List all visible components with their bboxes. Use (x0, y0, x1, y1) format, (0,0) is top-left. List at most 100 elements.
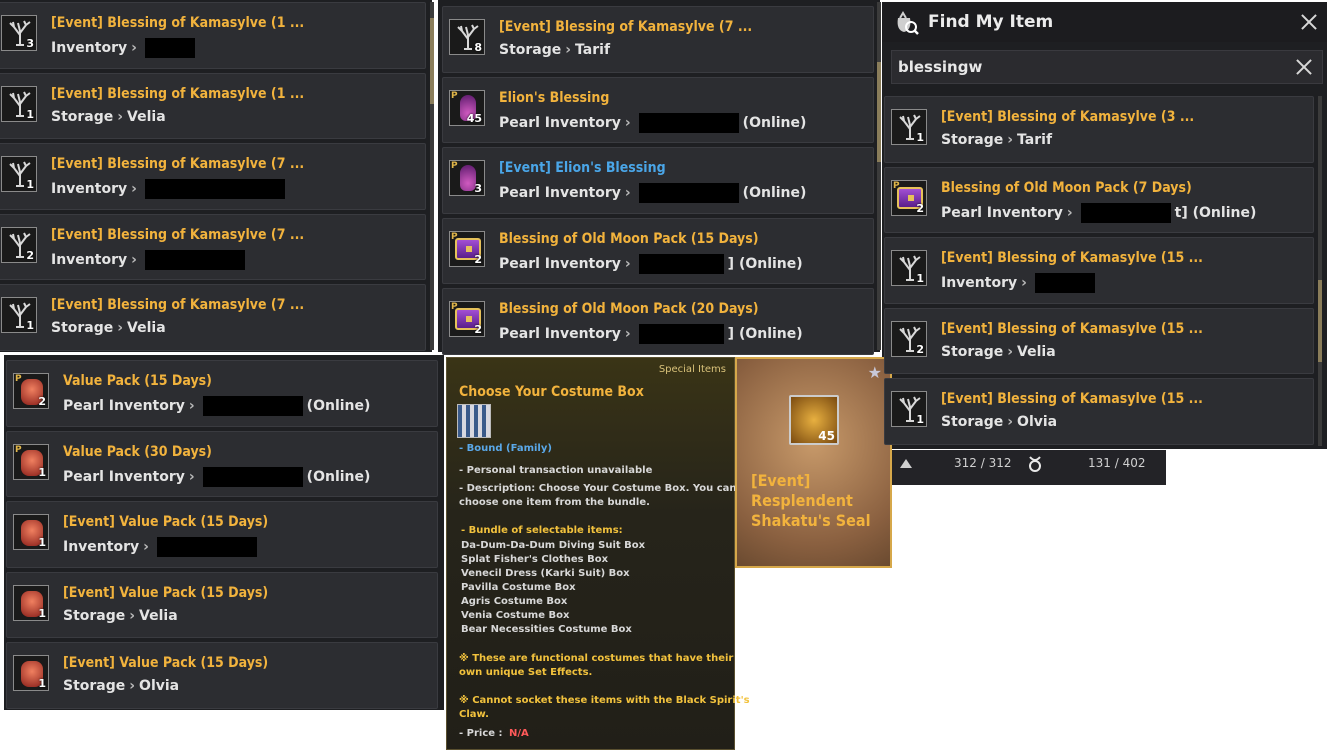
pearl-tag-icon: P (893, 180, 900, 191)
item-name: [Event] Blessing of Kamasylve (15 ... (941, 391, 1203, 407)
location-label: Storage (63, 607, 126, 624)
clear-search-icon[interactable] (1294, 57, 1314, 77)
item-row[interactable]: 2 [Event] Blessing of Kamasylve (15 ... St… (884, 307, 1314, 374)
location-label: Inventory (51, 40, 128, 56)
item-row[interactable]: 1 [Event] Blessing of Kamasylve (7 ... Inv… (0, 143, 426, 210)
item-name: [Event] Value Pack (15 Days) (63, 514, 269, 530)
item-location: Pearl Inventory › t] (Online) (941, 202, 1257, 223)
tooltip-bound: - Bound (Family) (459, 443, 552, 454)
kamasylve-tree-icon: 1 (1, 297, 37, 333)
kamasylve-tree-icon: 1 (1, 85, 37, 122)
item-row[interactable]: 8 [Event] Blessing of Kamasylve (7 ... Sto… (442, 6, 874, 73)
item-row[interactable]: 1 [Event] Blessing of Kamasylve (3 ... Sto… (884, 96, 1314, 163)
chevron-right-icon: › (565, 42, 572, 58)
item-row[interactable]: 1 [Event] Blessing of Kamasylve (7 ... Sto… (0, 284, 426, 351)
item-row[interactable]: 1 [Event] Value Pack (15 Days) Inventory › (6, 501, 438, 568)
kamasylve-tree-icon: 8 (449, 19, 485, 55)
location-label: Storage (51, 320, 114, 336)
item-quantity: 8 (474, 41, 482, 54)
item-search-icon (897, 11, 919, 35)
pearl-tag-icon: P (451, 302, 458, 312)
item-row[interactable]: 1 [Event] Blessing of Kamasylve (15 ... St… (884, 378, 1314, 445)
item-location: Pearl Inventory ›] (Online) (499, 324, 803, 344)
online-status: t] (Online) (1174, 204, 1257, 221)
item-row[interactable]: 1 [Event] Blessing of Kamasylve (15 ... In… (884, 237, 1314, 304)
tooltip-transaction: - Personal transaction unavailable (459, 465, 653, 476)
location-place: Olvia (1017, 414, 1058, 430)
item-row[interactable]: 2 [Event] Blessing of Kamasylve (7 ... Inv… (0, 213, 426, 280)
kamasylve-tree-icon: 2 (891, 320, 927, 357)
bundle-item: Da-Dum-Da-Dum Diving Suit Box (461, 540, 646, 551)
chevron-right-icon: › (1066, 204, 1073, 221)
find-scrollbar[interactable] (1318, 96, 1322, 446)
item-name: Blessing of Old Moon Pack (15 Days) (499, 230, 759, 247)
online-status: (Online) (306, 398, 371, 414)
item-row[interactable]: P 1 Value Pack (30 Days) Pearl Inventory › (O… (6, 430, 438, 497)
bundle-item: Venecil Dress (Karki Suit) Box (461, 568, 630, 579)
location-label: Pearl Inventory (63, 468, 185, 485)
seal-item-card[interactable]: ★ 45 [Event] Resplendent Shakatu's Seal (735, 357, 892, 568)
location-label: Storage (941, 343, 1004, 360)
chevron-right-icon: › (624, 255, 631, 272)
kamasylve-tree-icon: 1 (891, 109, 927, 145)
item-quantity: 1 (26, 319, 34, 332)
kamasylve-tree-icon: 1 (891, 391, 927, 427)
location-label: Inventory (941, 275, 1018, 291)
tooltip-note-1a: ※ These are functional costumes that hav… (459, 653, 734, 664)
item-row[interactable]: 1 [Event] Value Pack (15 Days) Storage › Vel… (6, 571, 438, 638)
chevron-right-icon: › (624, 114, 631, 131)
tooltip-desc-1: - Description: Choose Your Costume Box. … (459, 483, 737, 494)
chevron-right-icon: › (131, 251, 137, 268)
online-status: ] (Online) (727, 255, 803, 272)
redacted-block (1034, 273, 1095, 293)
kamasylve-tree-icon: 1 (1, 156, 37, 192)
item-row[interactable]: 3 [Event] Blessing of Kamasylve (1 ... Inv… (0, 2, 426, 69)
close-panel-icon[interactable] (1299, 12, 1319, 32)
mid-scrollbar[interactable] (877, 2, 881, 350)
value-pack-icon: 1 (13, 584, 49, 621)
location-label: Storage (941, 132, 1004, 148)
favorite-star-icon[interactable]: ★ (868, 363, 882, 382)
bundle-item: Splat Fisher's Clothes Box (461, 554, 609, 565)
location-place: Olvia (139, 678, 180, 694)
weight-value: 312 / 312 (954, 456, 1012, 470)
redacted-block (156, 537, 257, 557)
location-label: Inventory (51, 251, 128, 268)
redacted-block (144, 179, 285, 199)
item-row[interactable]: P 3 [Event] Elion's Blessing Pearl Inventor… (442, 147, 874, 214)
chevron-right-icon: › (624, 326, 631, 342)
online-status: (Online) (306, 468, 371, 485)
item-location: Inventory › (51, 38, 195, 58)
item-row[interactable]: P 2 Blessing of Old Moon Pack (7 Days) Pear… (884, 166, 1314, 233)
item-quantity: 2 (38, 395, 46, 408)
item-name: Elion's Blessing (499, 89, 610, 106)
item-location: Pearl Inventory › (Online) (499, 183, 806, 203)
chevron-right-icon: › (188, 398, 195, 414)
tooltip-note-2b: Claw. (459, 709, 489, 720)
redacted-block (1080, 202, 1171, 223)
location-place: Velia (127, 108, 166, 125)
item-search-input[interactable] (898, 55, 1278, 79)
item-row[interactable]: P 2 Value Pack (15 Days) Pearl Inventory › (O… (6, 360, 438, 427)
item-row[interactable]: P 2 Blessing of Old Moon Pack (20 Days) Pea… (442, 288, 874, 355)
item-quantity: 1 (916, 413, 924, 426)
shakatu-seal-icon: 45 (789, 395, 839, 445)
left-scrollbar[interactable] (430, 2, 434, 350)
chevron-right-icon: › (129, 678, 136, 694)
tooltip-category: Special Items (658, 364, 726, 375)
redacted-block (144, 249, 245, 270)
location-label: Pearl Inventory (941, 204, 1063, 221)
item-row[interactable]: 1 [Event] Value Pack (15 Days) Storage › Olv… (6, 642, 438, 709)
item-row[interactable]: 1 [Event] Blessing of Kamasylve (1 ... Sto… (0, 72, 426, 139)
old-moon-chest-icon: P2 (449, 301, 485, 337)
costume-box-icon (457, 404, 491, 438)
item-row[interactable]: P 45 Elion's Blessing Pearl Inventory › (Onli… (442, 76, 874, 143)
item-row[interactable]: P 2 Blessing of Old Moon Pack (15 Days) Pea… (442, 217, 874, 284)
item-name: Value Pack (30 Days) (63, 443, 212, 460)
item-search-field[interactable] (891, 50, 1323, 84)
item-quantity: 45 (466, 111, 482, 125)
item-name: Value Pack (15 Days) (63, 373, 212, 389)
pearl-tag-icon: P (451, 231, 458, 242)
item-name: [Event] Blessing of Kamasylve (15 ... (941, 320, 1203, 337)
item-location: Storage › Olvia (941, 414, 1057, 430)
